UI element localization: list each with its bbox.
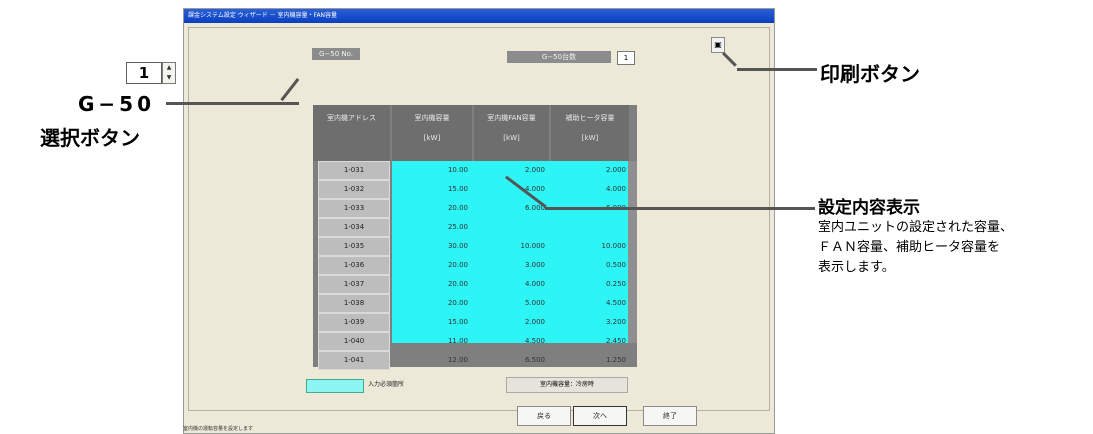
- capacity-cell[interactable]: 6.000: [474, 199, 545, 218]
- capacity-cell[interactable]: 20.00: [392, 199, 468, 218]
- address-cell: 1-040: [318, 332, 390, 351]
- address-cell: 1-041: [318, 351, 390, 370]
- callout-settings-desc2: ＦＡＮ容量、補助ヒータ容量を: [818, 240, 1001, 255]
- print-button[interactable]: ▣: [711, 37, 725, 53]
- capacity-cell[interactable]: 0.500: [551, 256, 626, 275]
- capacity-cell[interactable]: 15.00: [392, 180, 468, 199]
- header-indoor-capacity: 室内機容量 [kW]: [392, 105, 472, 161]
- capacity-cell[interactable]: 4.500: [551, 294, 626, 313]
- g50-count-label: G−50台数: [507, 51, 611, 63]
- capacity-cell[interactable]: 2.450: [551, 332, 626, 351]
- callout-settings-line: [545, 207, 815, 210]
- callout-g50-line: [166, 102, 299, 105]
- capacity-cell[interactable]: 2.000: [474, 313, 545, 332]
- capacity-cell[interactable]: 4.000: [551, 180, 626, 199]
- capacity-cell[interactable]: 10.000: [551, 237, 627, 256]
- capacity-cell[interactable]: 0.250: [551, 275, 626, 294]
- capacity-cell[interactable]: 20.00: [392, 294, 468, 313]
- capacity-cell[interactable]: 3.200: [551, 313, 626, 332]
- capacity-cell[interactable]: 5.000: [474, 294, 545, 313]
- g50-no-label: G−50 No.: [312, 48, 360, 60]
- capacity-cell[interactable]: 4.000: [474, 275, 545, 294]
- legend-text: 入力必須箇所: [368, 381, 405, 388]
- table-scroll-gutter: [628, 161, 637, 343]
- address-cell: 1-037: [318, 275, 390, 294]
- address-cell: 1-033: [318, 199, 390, 218]
- address-cell: 1-035: [318, 237, 390, 256]
- address-cell: 1-031: [318, 161, 390, 180]
- g50-count-value: 1: [617, 51, 635, 65]
- callout-settings-desc1: 室内ユニットの設定された容量、: [818, 220, 1014, 235]
- capacity-cell[interactable]: 4.500: [474, 332, 545, 351]
- capacity-cell[interactable]: 12.00: [392, 351, 468, 370]
- capacity-cell[interactable]: 20.00: [392, 275, 468, 294]
- address-cell: 1-036: [318, 256, 390, 275]
- capacity-cell[interactable]: [474, 218, 545, 237]
- header-fan-capacity: 室内機FAN容量 [kW]: [474, 105, 549, 161]
- capacity-cell[interactable]: 3.000: [474, 256, 545, 275]
- window-title: 課金システム設定 ウィザード － 室内機容量・FAN容量: [184, 9, 774, 23]
- callout-print-line: [737, 68, 817, 71]
- header-heater-capacity: 補助ヒータ容量 [kW]: [551, 105, 629, 161]
- capacity-cell[interactable]: [551, 218, 626, 237]
- capacity-cell[interactable]: 30.00: [392, 237, 468, 256]
- next-button[interactable]: 次へ: [573, 406, 627, 426]
- address-cell: 1-034: [318, 218, 390, 237]
- g50-no-spinner[interactable]: ▲ ▼: [162, 62, 176, 84]
- capacity-cell[interactable]: 6.500: [474, 351, 545, 370]
- capacity-cell[interactable]: 11.00: [392, 332, 468, 351]
- callout-print: 印刷ボタン: [820, 62, 920, 86]
- address-cell: 1-032: [318, 180, 390, 199]
- header-address: 室内機アドレス: [313, 105, 390, 161]
- mode-indicator: 室内機容量：冷房時: [506, 377, 628, 393]
- capacity-cell[interactable]: 2.000: [551, 161, 626, 180]
- legend-swatch: [306, 379, 364, 393]
- spin-up-icon[interactable]: ▲: [163, 63, 175, 73]
- address-cell: 1-038: [318, 294, 390, 313]
- status-bar: 室内機の運転容量を設定します: [183, 426, 254, 432]
- g50-no-value[interactable]: 1: [126, 62, 162, 84]
- capacity-cell[interactable]: 10.000: [474, 237, 546, 256]
- capacity-cell[interactable]: 10.00: [392, 161, 468, 180]
- printer-icon: ▣: [714, 40, 722, 49]
- callout-settings-title: 設定内容表示: [818, 198, 920, 218]
- back-button[interactable]: 戻る: [517, 406, 571, 426]
- capacity-cell[interactable]: 25.00: [392, 218, 468, 237]
- capacity-cell[interactable]: 20.00: [392, 256, 468, 275]
- capacity-cell[interactable]: 15.00: [392, 313, 468, 332]
- callout-settings-desc3: 表示します。: [818, 260, 895, 275]
- spin-down-icon[interactable]: ▼: [163, 73, 175, 83]
- callout-g50-line2: 選択ボタン: [40, 126, 140, 150]
- exit-button[interactable]: 終了: [643, 406, 697, 426]
- address-cell: 1-039: [318, 313, 390, 332]
- capacity-cell[interactable]: 1.250: [551, 351, 626, 370]
- callout-g50-line1: G−50: [78, 92, 156, 116]
